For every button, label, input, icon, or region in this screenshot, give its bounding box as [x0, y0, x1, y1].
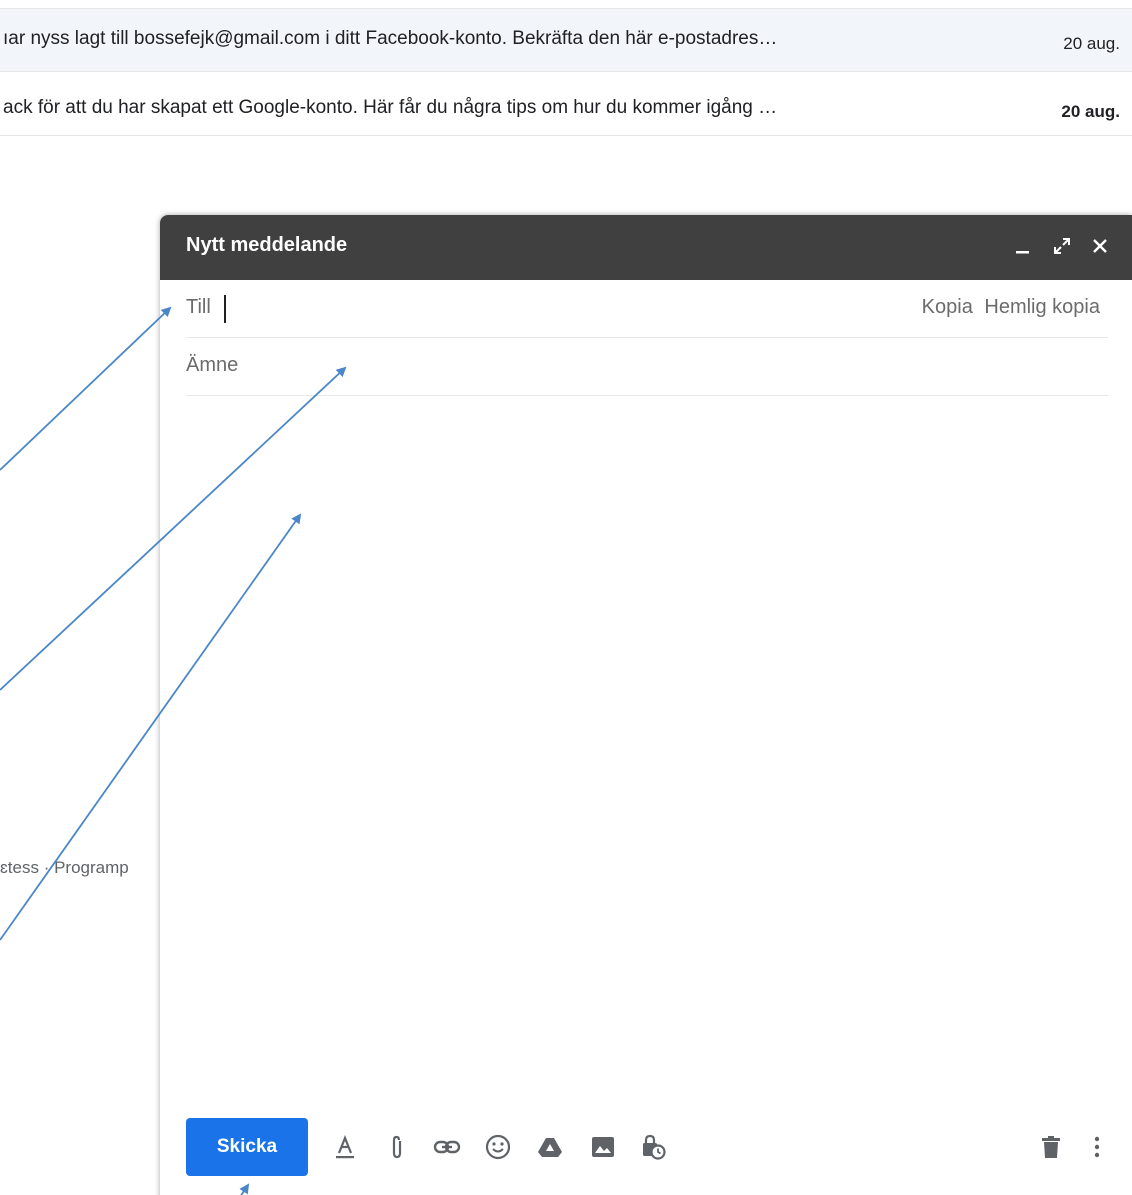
inbox-row[interactable]: ack för att du har skapat ett Google-kon… — [0, 72, 1132, 136]
mail-date: 20 aug. — [1063, 34, 1120, 53]
image-icon[interactable] — [588, 1132, 618, 1162]
arrow-to-recipient — [0, 306, 172, 471]
compose-title: Nytt meddelande — [186, 234, 348, 256]
emoji-icon[interactable] — [483, 1132, 513, 1162]
compose-header[interactable]: Nytt meddelande — [160, 215, 1132, 280]
link-icon[interactable] — [432, 1132, 462, 1162]
mail-snippet: ıar nyss lagt till bossefejk@gmail.com i… — [3, 28, 778, 49]
mail-snippet: ack för att du har skapat ett Google-kon… — [3, 97, 778, 118]
more-options-icon[interactable] — [1082, 1132, 1112, 1162]
attach-icon[interactable] — [382, 1132, 412, 1162]
cc-bcc-links: Kopia Hemlig kopia — [922, 296, 1100, 319]
compose-window: Nytt meddelande Till Kopia Hemlig kopia … — [160, 215, 1132, 1195]
to-field[interactable]: Till Kopia Hemlig kopia — [186, 280, 1108, 338]
send-button[interactable]: Skicka — [186, 1118, 308, 1176]
text-format-icon[interactable] — [330, 1132, 360, 1162]
discard-icon[interactable] — [1036, 1132, 1066, 1162]
close-icon[interactable] — [1089, 235, 1111, 257]
subject-field[interactable]: Ämne — [186, 338, 1108, 396]
text-caret — [224, 295, 226, 323]
drive-icon[interactable] — [535, 1132, 565, 1162]
bcc-link[interactable]: Hemlig kopia — [984, 296, 1100, 318]
message-body[interactable] — [186, 405, 1108, 1105]
fullscreen-icon[interactable] — [1051, 235, 1073, 257]
inbox-row[interactable]: ıar nyss lagt till bossefejk@gmail.com i… — [0, 8, 1132, 72]
minimize-icon[interactable] — [1012, 235, 1034, 257]
footer-links[interactable]: ɛtess · Programp — [0, 858, 129, 878]
mail-date: 20 aug. — [1061, 102, 1120, 121]
cc-link[interactable]: Kopia — [922, 296, 973, 318]
screenshot-page: ıar nyss lagt till bossefejk@gmail.com i… — [0, 0, 1132, 1195]
subject-placeholder: Ämne — [186, 354, 239, 376]
confidential-mode-icon[interactable] — [638, 1132, 668, 1162]
to-label: Till — [186, 296, 211, 318]
